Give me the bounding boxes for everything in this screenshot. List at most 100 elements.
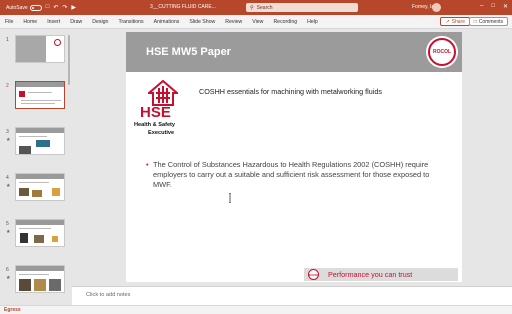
slide-thumbnail-2[interactable] <box>15 81 65 109</box>
slide-thumbnail-6[interactable] <box>15 265 65 293</box>
hse-logo-line2: Executive <box>148 130 175 136</box>
tab-animations[interactable]: Animations <box>149 19 185 25</box>
status-bar: Egress <box>0 305 512 314</box>
thumbnail-number: 4 <box>6 175 9 181</box>
slide-thumbnail-3[interactable] <box>15 127 65 155</box>
tab-view[interactable]: View <box>247 19 268 25</box>
thumbnail-text-line <box>21 100 61 101</box>
thumbnail-image <box>19 146 31 154</box>
thumbnail-image <box>49 279 61 291</box>
animation-star-icon: ★ <box>6 137 11 143</box>
thumbnail-text-line <box>19 136 47 137</box>
thumbnail-logo <box>54 39 61 46</box>
thumbnail-text-line <box>28 92 52 93</box>
tab-insert[interactable]: Insert <box>42 19 65 25</box>
search-box[interactable]: ⚲ Search <box>246 3 358 12</box>
minimize-icon[interactable]: – <box>480 3 483 10</box>
thumbnail-image <box>19 188 29 196</box>
comment-icon: □ <box>473 18 477 25</box>
footer-tagline: Performance you can trust <box>328 270 413 279</box>
slide-thumbnail-4[interactable] <box>15 173 65 201</box>
user-avatar[interactable] <box>432 3 441 12</box>
text-cursor-icon <box>229 193 231 203</box>
rocol-logo: ROCOL <box>426 36 458 68</box>
share-label: Share <box>451 18 465 25</box>
share-icon: ↗ <box>445 18 450 25</box>
slide-thumbnail-5[interactable] <box>15 219 65 247</box>
thumbnail-image <box>19 279 31 291</box>
thumbnail-image <box>32 190 42 197</box>
thumbnail-scrollbar[interactable] <box>68 35 70 85</box>
slide-editor: HSE MW5 Paper ROCOL HSE Health & Safety … <box>72 29 512 286</box>
comments-label: Comments <box>478 18 503 25</box>
tab-transitions[interactable]: Transitions <box>113 19 148 25</box>
thumbnail-image <box>34 235 44 243</box>
slide-title[interactable]: HSE MW5 Paper <box>146 46 231 58</box>
thumbnail-text-line <box>21 103 55 104</box>
tab-slide-show[interactable]: Slide Show <box>184 19 220 25</box>
hse-logo: HSE Health & Safety Executive <box>134 80 194 140</box>
hse-house-icon <box>148 80 178 106</box>
footer-banner: ROCOL Performance you can trust <box>304 268 458 281</box>
save-icon[interactable]: □ <box>46 4 50 11</box>
redo-icon[interactable]: ↷ <box>62 4 67 11</box>
title-bar: AutoSave □ ↶ ↷ ▶ 3__CUTTING FLUID CARE..… <box>0 0 512 15</box>
thumbnail-header <box>16 266 64 271</box>
tab-draw[interactable]: Draw <box>65 19 87 25</box>
bullet-marker-icon: • <box>146 160 149 169</box>
thumbnail-image <box>20 233 28 243</box>
animation-star-icon: ★ <box>6 183 11 189</box>
thumbnail-image <box>36 140 50 147</box>
autosave-label: AutoSave <box>6 4 28 11</box>
search-icon: ⚲ <box>250 4 254 11</box>
slide-subtitle[interactable]: COSHH essentials for machining with meta… <box>199 87 409 96</box>
tab-design[interactable]: Design <box>87 19 113 25</box>
maximize-icon[interactable]: □ <box>491 3 495 10</box>
hse-logo-line1: Health & Safety <box>134 122 176 128</box>
tab-review[interactable]: Review <box>220 19 247 25</box>
thumbnail-header <box>16 82 64 87</box>
thumbnail-text-line <box>19 274 49 275</box>
thumbnail-image <box>52 236 58 242</box>
thumbnail-number: 5 <box>6 221 9 227</box>
thumbnail-header <box>16 128 64 133</box>
slide-thumbnails-pane: 1 2 3 ★ 4 ★ 5 ★ 6 ★ <box>0 29 72 305</box>
tab-recording[interactable]: Recording <box>268 19 302 25</box>
thumbnail-logo <box>19 91 25 97</box>
undo-icon[interactable]: ↶ <box>53 4 58 11</box>
close-icon[interactable]: ✕ <box>503 3 508 10</box>
animation-star-icon: ★ <box>6 275 11 281</box>
thumbnail-number: 6 <box>6 267 9 273</box>
search-placeholder: Search <box>256 4 273 11</box>
footer-logo-text: ROCOL <box>308 272 319 277</box>
tab-home[interactable]: Home <box>18 19 42 25</box>
notes-placeholder[interactable]: Click to add notes <box>86 292 130 298</box>
thumbnail-number: 1 <box>6 37 9 43</box>
thumbnail-image <box>52 188 60 196</box>
ribbon-tabs: File Home Insert Draw Design Transitions… <box>0 15 512 29</box>
slide-thumbnail-1[interactable] <box>15 35 65 63</box>
egress-label[interactable]: Egress <box>4 307 21 313</box>
current-slide[interactable]: HSE MW5 Paper ROCOL HSE Health & Safety … <box>126 32 462 282</box>
tab-help[interactable]: Help <box>302 19 323 25</box>
autosave-control[interactable]: AutoSave <box>6 4 42 11</box>
thumbnail-header <box>16 174 64 179</box>
tab-file[interactable]: File <box>0 19 18 25</box>
document-filename[interactable]: 3__CUTTING FLUID CARE... <box>150 4 216 10</box>
animation-star-icon: ★ <box>6 229 11 235</box>
thumbnail-graphic <box>16 36 46 62</box>
thumbnail-number: 3 <box>6 129 9 135</box>
share-button[interactable]: ↗ Share <box>440 17 470 26</box>
hse-logo-letters: HSE <box>140 104 171 121</box>
present-icon[interactable]: ▶ <box>71 4 76 11</box>
bullet-text: The Control of Substances Hazardous to H… <box>153 160 430 189</box>
slide-title-bar: HSE MW5 Paper ROCOL <box>126 32 462 72</box>
notes-pane[interactable]: Click to add notes <box>72 286 512 305</box>
autosave-toggle[interactable] <box>29 4 42 11</box>
footer-rocol-logo: ROCOL <box>308 269 319 280</box>
thumbnail-text-line <box>19 228 51 229</box>
quick-access-toolbar: □ ↶ ↷ ▶ <box>46 4 76 11</box>
rocol-logo-ring: ROCOL <box>428 38 456 66</box>
comments-button[interactable]: □ Comments <box>468 17 508 26</box>
thumbnail-text-line <box>19 182 49 183</box>
